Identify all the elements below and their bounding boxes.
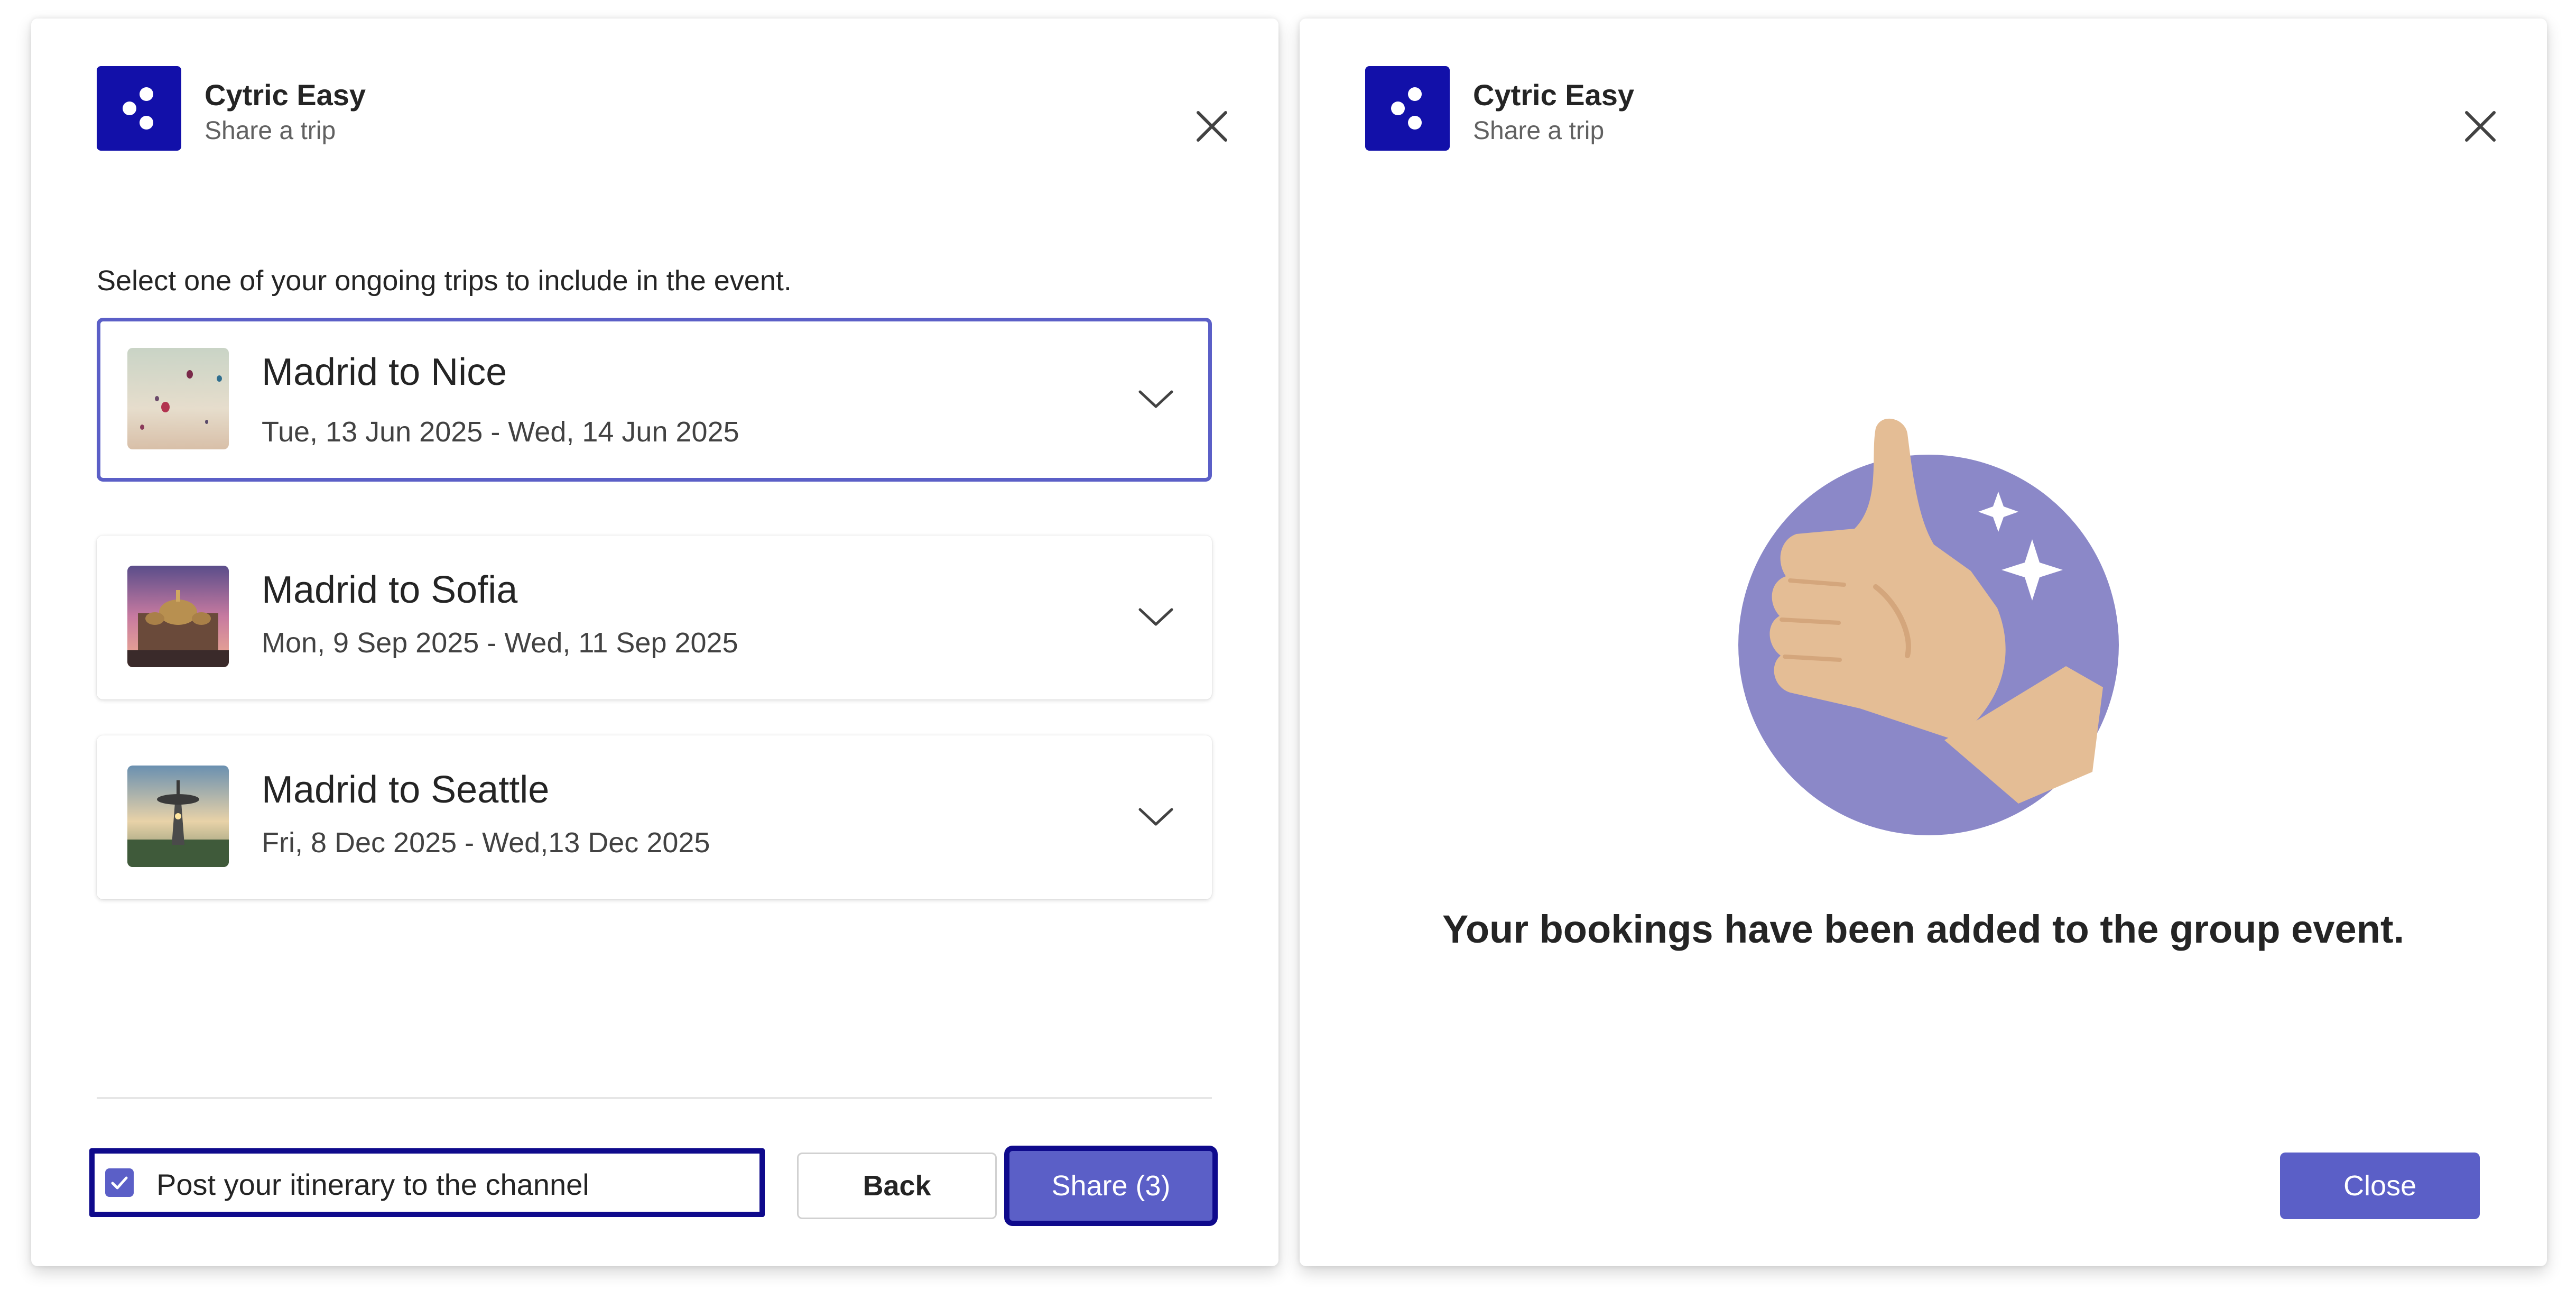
dialog-header: Cytric Easy Share a trip [97, 66, 1207, 151]
post-to-channel-checkbox[interactable]: Post your itinerary to the channel [89, 1148, 765, 1217]
post-to-channel-label: Post your itinerary to the channel [156, 1168, 589, 1201]
chevron-down-icon[interactable] [1137, 798, 1175, 836]
footer-divider [97, 1097, 1212, 1099]
chevron-down-icon[interactable] [1137, 598, 1175, 636]
close-icon[interactable] [2462, 108, 2498, 144]
instruction-text: Select one of your ongoing trips to incl… [97, 265, 792, 297]
success-message: Your bookings have been added to the gro… [1442, 907, 2405, 951]
share-trip-dialog: Cytric Easy Share a trip Select one of y… [31, 19, 1278, 1266]
trip-thumbnail-balloons [127, 348, 229, 449]
confirmation-dialog: Cytric Easy Share a trip Your bookings h… [1300, 19, 2547, 1266]
trip-title: Madrid to Sofia [262, 569, 518, 611]
trip-thumbnail-cathedral [127, 566, 229, 667]
checkmark-icon[interactable] [105, 1168, 134, 1197]
trip-dates: Fri, 8 Dec 2025 - Wed,13 Dec 2025 [262, 827, 710, 859]
app-name: Cytric Easy [205, 78, 366, 112]
trip-title: Madrid to Nice [262, 351, 507, 393]
trip-title: Madrid to Seattle [262, 769, 550, 811]
trip-card-madrid-nice[interactable]: Madrid to Nice Tue, 13 Jun 2025 - Wed, 1… [97, 318, 1212, 482]
close-button[interactable]: Close [2280, 1153, 2480, 1219]
dialog-header: Cytric Easy Share a trip [1365, 66, 2475, 151]
app-subtitle: Share a trip [205, 117, 336, 145]
trip-card-madrid-seattle[interactable]: Madrid to Seattle Fri, 8 Dec 2025 - Wed,… [97, 735, 1212, 899]
app-name: Cytric Easy [1473, 78, 1635, 112]
back-button[interactable]: Back [797, 1153, 997, 1219]
trip-dates: Tue, 13 Jun 2025 - Wed, 14 Jun 2025 [262, 416, 739, 448]
app-subtitle: Share a trip [1473, 117, 1605, 145]
thumbs-up-icon [1722, 412, 2124, 849]
share-button[interactable]: Share (3) [1004, 1146, 1218, 1226]
trip-thumbnail-space-needle [127, 766, 229, 867]
trip-card-madrid-sofia[interactable]: Madrid to Sofia Mon, 9 Sep 2025 - Wed, 1… [97, 536, 1212, 699]
cytric-logo-icon [1365, 66, 1450, 151]
trip-dates: Mon, 9 Sep 2025 - Wed, 11 Sep 2025 [262, 627, 738, 659]
chevron-down-icon[interactable] [1137, 380, 1175, 418]
close-icon[interactable] [1194, 108, 1230, 144]
cytric-logo-icon [97, 66, 181, 151]
